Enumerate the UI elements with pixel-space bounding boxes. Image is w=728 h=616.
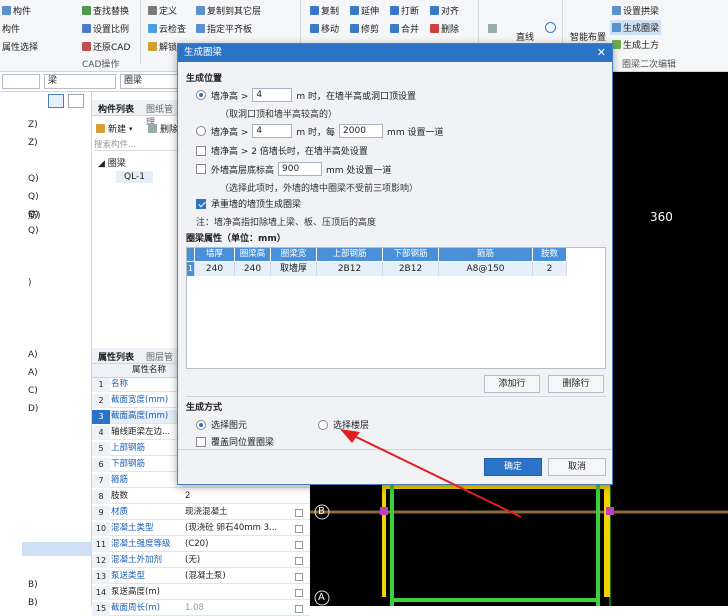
arrow-head-icon (340, 429, 360, 443)
property-checkbox[interactable] (295, 605, 303, 613)
annotation-arrow (340, 429, 522, 518)
arrow-line (347, 432, 522, 518)
